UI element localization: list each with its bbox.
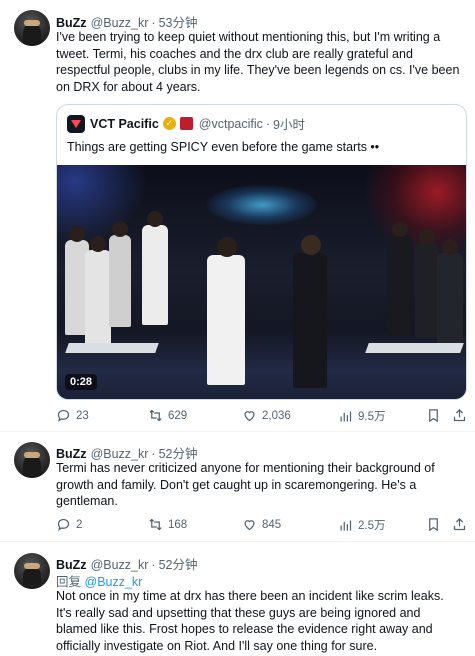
separator: · xyxy=(151,447,156,461)
avatar[interactable] xyxy=(14,442,50,478)
views-icon xyxy=(340,411,352,421)
tweet-actions: 2 168 845 2.5万 xyxy=(56,517,471,535)
tweet-actions: 23 629 2,036 9.5万 xyxy=(56,408,471,426)
views-count: 9.5万 xyxy=(358,411,386,423)
share-icon xyxy=(453,408,466,422)
author-name[interactable]: BuZz xyxy=(56,447,87,461)
like-count: 845 xyxy=(262,518,282,531)
quoted-author-name: VCT Pacific xyxy=(90,116,159,131)
tweet-1[interactable]: BuZz @Buzz_kr · 53分钟 I've been trying to ke… xyxy=(0,0,475,432)
reply-icon xyxy=(57,409,70,422)
retweet-button[interactable]: 168 xyxy=(148,517,187,532)
player-figure xyxy=(109,221,131,327)
retweet-button[interactable]: 629 xyxy=(148,408,187,423)
reply-label: 回复 xyxy=(56,575,82,589)
like-button[interactable]: 2,036 xyxy=(242,408,291,423)
player-figure xyxy=(415,229,439,338)
views-icon xyxy=(340,520,352,530)
reply-button[interactable]: 2 xyxy=(56,517,82,532)
avatar[interactable] xyxy=(14,553,50,589)
bookmark-button[interactable] xyxy=(426,517,441,532)
share-button[interactable] xyxy=(452,517,467,532)
tweet-2[interactable]: BuZz @Buzz_kr · 52分钟 Termi has never critic… xyxy=(0,433,475,542)
bookmark-button[interactable] xyxy=(426,408,441,423)
tweet-text: Not once in my time at drx has there bee… xyxy=(56,589,444,653)
author-handle[interactable]: @Buzz_kr xyxy=(91,16,149,30)
verified-badge-icon: ✓ xyxy=(162,117,176,130)
author-handle[interactable]: @Buzz_kr xyxy=(91,447,149,461)
heart-icon xyxy=(244,411,255,422)
desk xyxy=(365,343,464,353)
author-handle[interactable]: @Buzz_kr xyxy=(91,558,149,572)
stage-light xyxy=(207,185,317,225)
retweet-icon xyxy=(149,409,162,422)
like-button[interactable]: 845 xyxy=(242,517,281,532)
tweet-text: Termi has never criticized anyone for me… xyxy=(56,461,435,508)
share-icon xyxy=(453,517,466,531)
timestamp[interactable]: 52分钟 xyxy=(159,558,198,572)
bookmark-icon xyxy=(429,518,438,532)
retweet-count: 168 xyxy=(168,518,188,531)
timestamp[interactable]: 52分钟 xyxy=(159,447,198,461)
player-figure xyxy=(387,221,413,335)
separator: · xyxy=(151,558,156,572)
player-figure xyxy=(85,236,111,350)
vct-logo-icon xyxy=(67,114,85,133)
video-player[interactable]: 0:28 xyxy=(57,165,466,399)
quoted-author-handle: @vctpacific xyxy=(198,116,263,131)
reply-count: 23 xyxy=(76,409,89,422)
heart-icon xyxy=(244,520,255,531)
reply-icon xyxy=(57,518,70,531)
affiliate-badge-icon xyxy=(179,117,193,130)
retweet-count: 629 xyxy=(168,409,188,422)
quoted-tweet-text: Things are getting SPICY even before the… xyxy=(67,140,380,154)
author-name[interactable]: BuZz xyxy=(56,558,87,572)
reply-count: 2 xyxy=(76,518,83,531)
views-button[interactable]: 9.5万 xyxy=(338,408,386,424)
quoted-tweet-header: VCT Pacific ✓ @vctpacific · 9小时 xyxy=(67,114,305,133)
stage-floor xyxy=(57,329,466,399)
player-figure xyxy=(293,235,327,388)
like-count: 2,036 xyxy=(262,409,291,422)
author-name[interactable]: BuZz xyxy=(56,16,87,30)
timestamp[interactable]: 53分钟 xyxy=(159,16,198,30)
tweet-3[interactable]: BuZz @Buzz_kr · 52分钟 回复 @Buzz_kr Not once i… xyxy=(0,543,475,656)
separator: · xyxy=(265,116,271,131)
desk xyxy=(65,343,159,353)
quoted-tweet[interactable]: VCT Pacific ✓ @vctpacific · 9小时 Things are… xyxy=(56,104,467,400)
tweet-text: I've been trying to keep quiet without m… xyxy=(56,30,460,94)
reply-button[interactable]: 23 xyxy=(56,408,89,423)
views-button[interactable]: 2.5万 xyxy=(338,517,386,533)
player-figure xyxy=(437,239,463,348)
player-figure xyxy=(207,237,245,385)
video-duration: 0:28 xyxy=(65,374,98,390)
views-count: 2.5万 xyxy=(358,520,386,532)
quoted-timestamp: 9小时 xyxy=(273,118,305,132)
retweet-icon xyxy=(149,518,162,531)
share-button[interactable] xyxy=(452,408,467,423)
player-figure xyxy=(142,211,168,325)
avatar[interactable] xyxy=(14,10,50,46)
reply-mention-link[interactable]: @Buzz_kr xyxy=(85,575,143,589)
bookmark-icon xyxy=(429,409,438,423)
separator: · xyxy=(151,16,156,30)
